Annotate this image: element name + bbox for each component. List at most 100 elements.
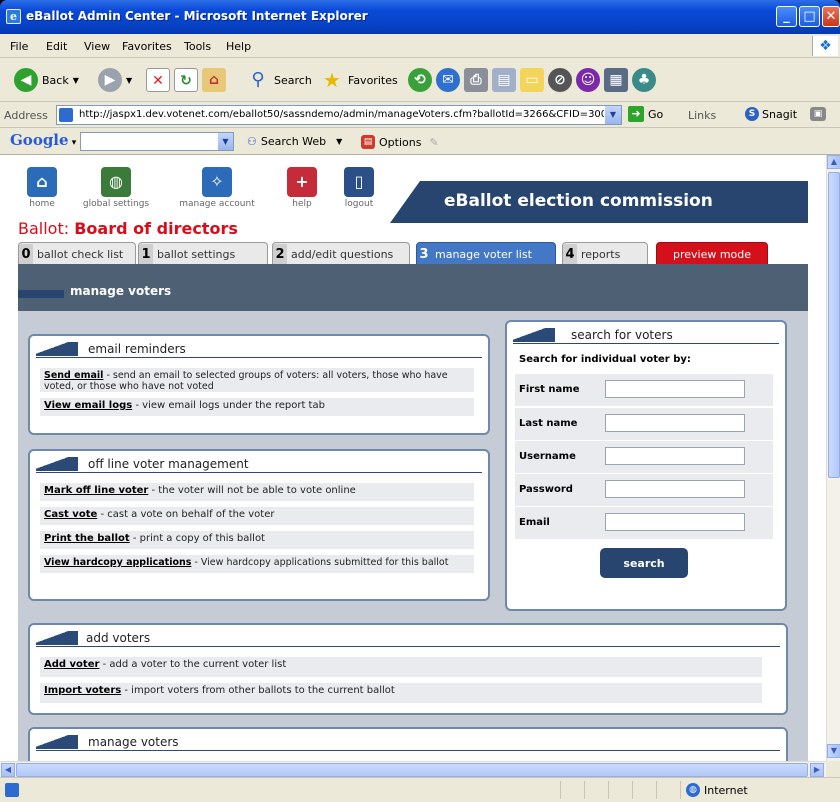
menu-bar: File Edit View Favorites Tools Help ❖ bbox=[0, 34, 840, 58]
tab-ballot-settings[interactable]: 1 ballot settings bbox=[138, 242, 268, 266]
door-icon: ▯ bbox=[344, 167, 374, 197]
tab-reports[interactable]: 4 reports bbox=[562, 242, 648, 266]
snagit-icon: S bbox=[745, 107, 759, 121]
scroll-right-icon[interactable]: ▶ bbox=[810, 763, 824, 777]
mail-icon[interactable]: ✉ bbox=[436, 68, 460, 92]
search-web-dropdown-icon[interactable]: ▼ bbox=[336, 137, 342, 146]
back-button[interactable]: ◀ Back ▼ bbox=[14, 66, 79, 94]
menu-view[interactable]: View bbox=[84, 40, 110, 53]
zone-label: Internet bbox=[704, 783, 748, 797]
import-voters-row: Import voters - import voters from other… bbox=[40, 683, 762, 703]
address-dropdown-icon[interactable]: ▼ bbox=[605, 106, 621, 124]
google-toolbar: Google ▾ ▼ ⚇ Search Web ▼ ▤ Options ✎ bbox=[0, 128, 840, 155]
status-cell bbox=[656, 781, 678, 799]
snagit-button[interactable]: S Snagit ▣ bbox=[745, 107, 827, 121]
favorites-button[interactable]: ★ Favorites bbox=[320, 66, 398, 94]
go-button[interactable]: ➜ Go bbox=[628, 106, 663, 122]
section-title: manage voters bbox=[70, 284, 172, 298]
google-search-input[interactable]: ▼ bbox=[80, 132, 234, 151]
home-icon[interactable]: ⌂ bbox=[202, 68, 226, 92]
close-button[interactable]: ✕ bbox=[822, 6, 840, 27]
tab-manage-voter-list[interactable]: 3 manage voter list bbox=[416, 242, 556, 266]
nav-manage-account[interactable]: ✧ manage account bbox=[172, 167, 262, 209]
research-icon[interactable]: ▦ bbox=[604, 68, 628, 92]
view-hardcopy-applications-link[interactable]: View hardcopy applications bbox=[44, 557, 191, 568]
view-email-logs-link[interactable]: View email logs bbox=[44, 400, 132, 411]
pencil-icon[interactable]: ✎ bbox=[429, 136, 438, 149]
globe-icon: ◍ bbox=[686, 783, 700, 797]
scroll-down-icon[interactable]: ▼ bbox=[827, 744, 840, 758]
panel-wedge bbox=[36, 342, 78, 356]
minimize-button[interactable]: _ bbox=[776, 6, 797, 27]
links-button[interactable]: Links bbox=[688, 109, 716, 122]
email-input[interactable] bbox=[605, 513, 745, 531]
search-subtitle: Search for individual voter by: bbox=[519, 354, 691, 365]
horizontal-scroll-thumb[interactable] bbox=[16, 763, 808, 777]
menu-edit[interactable]: Edit bbox=[46, 40, 67, 53]
import-voters-link[interactable]: Import voters bbox=[44, 685, 121, 696]
capture-icon[interactable]: ▣ bbox=[810, 107, 827, 121]
history-icon[interactable]: ⟲ bbox=[408, 68, 432, 92]
tab-preview-mode[interactable]: preview mode bbox=[656, 242, 768, 266]
nav-global-settings[interactable]: ◍ global settings bbox=[76, 167, 156, 209]
address-field[interactable]: http://jaspx1.dev.votenet.com/eballot50/… bbox=[56, 105, 622, 125]
horizontal-scrollbar[interactable]: ◀ ▶ bbox=[0, 761, 826, 777]
nav-help[interactable]: + help bbox=[278, 167, 326, 209]
cast-vote-link[interactable]: Cast vote bbox=[44, 509, 97, 520]
security-zone: ◍ Internet bbox=[686, 783, 748, 797]
options-button[interactable]: ▤ Options ✎ bbox=[361, 135, 439, 149]
forward-button[interactable]: ▶ ▼ bbox=[98, 66, 132, 94]
scroll-up-icon[interactable]: ▲ bbox=[827, 155, 840, 169]
password-input[interactable] bbox=[605, 480, 745, 498]
menu-help[interactable]: Help bbox=[226, 40, 251, 53]
forward-dropdown-icon[interactable]: ▼ bbox=[126, 76, 132, 85]
google-dropdown-icon[interactable]: ▼ bbox=[218, 133, 233, 150]
mark-offline-voter-link[interactable]: Mark off line voter bbox=[44, 485, 148, 496]
print-ballot-link[interactable]: Print the ballot bbox=[44, 533, 130, 544]
maximize-button[interactable]: □ bbox=[799, 6, 820, 27]
address-url[interactable]: http://jaspx1.dev.votenet.com/eballot50/… bbox=[79, 109, 604, 120]
scroll-left-icon[interactable]: ◀ bbox=[1, 763, 15, 777]
contacts-icon[interactable]: ♣ bbox=[632, 68, 656, 92]
menu-file[interactable]: File bbox=[10, 40, 28, 53]
first-name-row: First name bbox=[515, 374, 773, 406]
nav-logout[interactable]: ▯ logout bbox=[336, 167, 382, 209]
ballot-tabs: 0 ballot check list 1 ballot settings 2 … bbox=[18, 242, 808, 266]
search-voters-button[interactable]: search bbox=[600, 548, 688, 578]
tab-label: add/edit questions bbox=[291, 248, 394, 261]
email-row: Email bbox=[515, 507, 773, 539]
status-bar: ◍ Internet bbox=[0, 777, 840, 802]
add-voters-panel: add voters Add voter - add a voter to th… bbox=[28, 623, 788, 715]
messenger-icon[interactable]: ☺ bbox=[576, 68, 600, 92]
back-dropdown-icon[interactable]: ▼ bbox=[73, 76, 79, 85]
send-email-link[interactable]: Send email bbox=[44, 370, 103, 381]
vertical-scrollbar[interactable]: ▲ ▼ bbox=[826, 155, 840, 761]
tab-ballot-check-list[interactable]: 0 ballot check list bbox=[18, 242, 136, 266]
username-input[interactable] bbox=[605, 447, 745, 465]
browser-toolbar: ◀ Back ▼ ▶ ▼ ✕ ↻ ⌂ ⚲ Search ★ Favorites … bbox=[0, 58, 840, 102]
panel-title: add voters bbox=[86, 631, 151, 645]
nav-home[interactable]: ⌂ home bbox=[20, 167, 64, 209]
google-logo[interactable]: Google ▾ bbox=[10, 131, 76, 149]
vertical-scroll-thumb[interactable] bbox=[828, 172, 840, 478]
menu-favorites[interactable]: Favorites bbox=[122, 40, 172, 53]
search-button[interactable]: ⚲ Search bbox=[246, 66, 311, 94]
tab-add-edit-questions[interactable]: 2 add/edit questions bbox=[272, 242, 410, 266]
cast-vote-desc: - cast a vote on behalf of the voter bbox=[97, 509, 275, 520]
back-label: Back bbox=[42, 73, 69, 87]
discuss-icon[interactable]: ▭ bbox=[520, 68, 544, 92]
search-web-button[interactable]: ⚇ Search Web ▼ bbox=[247, 135, 342, 148]
stop-icon[interactable]: ✕ bbox=[146, 68, 170, 92]
edit-icon[interactable]: ▤ bbox=[492, 68, 516, 92]
last-name-input[interactable] bbox=[605, 414, 745, 432]
window-title: eBallot Admin Center - Microsoft Interne… bbox=[26, 9, 368, 23]
menu-tools[interactable]: Tools bbox=[184, 40, 211, 53]
first-name-input[interactable] bbox=[605, 380, 745, 398]
blocker-icon[interactable]: ⊘ bbox=[548, 68, 572, 92]
refresh-icon[interactable]: ↻ bbox=[174, 68, 198, 92]
page-viewport: ⌂ home ◍ global settings ✧ manage accoun… bbox=[0, 155, 826, 761]
nav-home-label: home bbox=[29, 199, 55, 209]
add-voter-link[interactable]: Add voter bbox=[44, 659, 99, 670]
app-header: ⌂ home ◍ global settings ✧ manage accoun… bbox=[16, 167, 808, 223]
print-icon[interactable]: ⎙ bbox=[464, 68, 488, 92]
